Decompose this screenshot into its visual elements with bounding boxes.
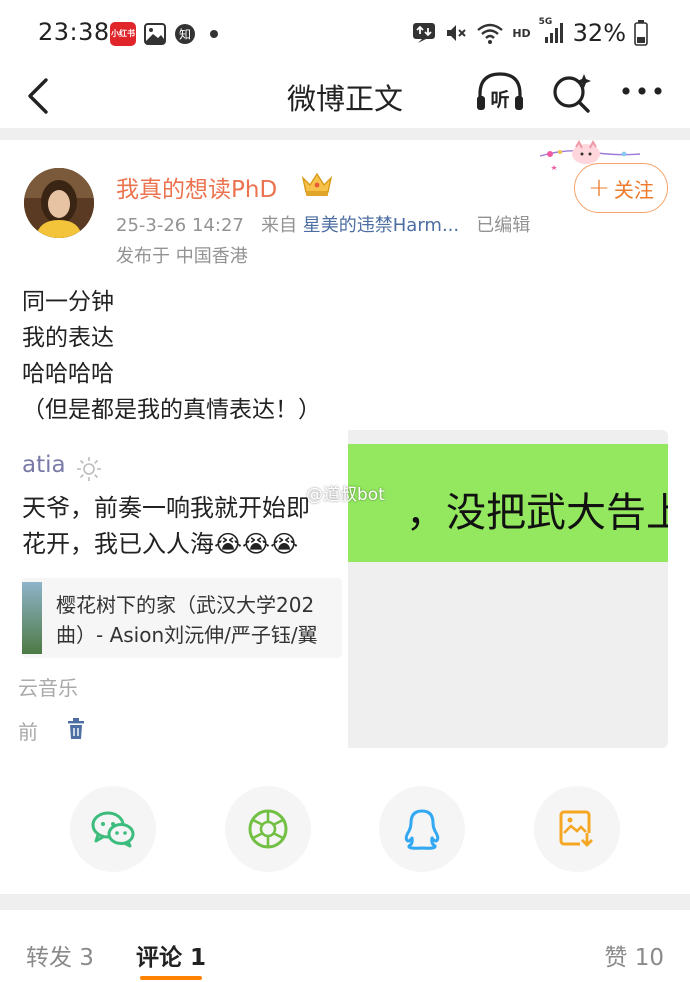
avatar[interactable]: [24, 168, 94, 238]
share-wechat-button[interactable]: [70, 786, 156, 872]
tab-like[interactable]: 赞 10: [604, 938, 664, 972]
mute-icon: [447, 25, 467, 41]
follow-label: 关注: [613, 177, 654, 202]
embedded-music-card: 樱花树下的家（武汉大学202 曲）- Asion刘沅伸/严子钰/翼: [22, 578, 342, 658]
music-thumbnail: [22, 582, 42, 654]
nav-bar: 微博正文 听: [0, 66, 690, 126]
cellular-signal-icon: 5G: [539, 17, 565, 45]
svg-text:知: 知: [179, 28, 191, 42]
edited-label: 已编辑: [476, 215, 531, 236]
embedded-username: atia: [22, 452, 66, 478]
section-divider: [0, 128, 690, 140]
post-meta: 25-3-26 14:27 来自 星美的违禁Harm... 已编辑: [116, 211, 530, 237]
post-location: 发布于 中国香港: [116, 246, 248, 267]
xiaohongshu-notification-icon: 小红书: [110, 22, 136, 46]
embedded-time-label: 前: [18, 720, 38, 744]
share-qq-button[interactable]: [379, 786, 465, 872]
music-card-text: 樱花树下的家（武汉大学202 曲）- Asion刘沅伸/严子钰/翼: [56, 590, 318, 650]
from-label: 来自: [261, 215, 298, 236]
qq-icon: [404, 809, 440, 850]
moments-icon: [248, 809, 288, 849]
svg-text:听: 听: [490, 88, 509, 111]
embedded-comment-text: 天爷，前奏一响我就开始即 花开，我已入人海😭😭😭: [22, 490, 310, 562]
more-notifications-dot: [210, 30, 218, 38]
gallery-notification-icon: [144, 23, 166, 45]
post-text-line: 同一分钟: [22, 289, 114, 315]
save-image-button[interactable]: [534, 786, 620, 872]
embedded-screenshot-right: ，没把武大告上: [348, 430, 668, 748]
post-date: 25-3-26 14:27: [116, 215, 244, 236]
watermark: @道叔bot: [306, 485, 385, 505]
wifi-icon: [477, 23, 504, 44]
status-icons: HD 5G 32%: [412, 17, 648, 48]
zhihu-notification-icon: 知: [175, 24, 195, 44]
highlighted-caption-text: ，没把武大告上: [406, 490, 668, 536]
music-title-line-2: 曲）- Asion刘沅伸/严子钰/翼: [56, 623, 318, 647]
trash-icon: [68, 718, 84, 739]
status-time: 23:38: [38, 18, 110, 46]
battery-icon: [634, 20, 648, 46]
status-bar: 23:38 小红书 知 HD 5G 32%: [0, 0, 690, 66]
vip-crown-icon: [301, 172, 333, 196]
post-text-line: 哈哈哈哈: [22, 361, 114, 387]
sun-icon: [77, 457, 101, 481]
wechat-icon: [91, 811, 135, 848]
tab-repost[interactable]: 转发 3: [26, 938, 94, 972]
follow-button[interactable]: + 关注: [574, 163, 668, 213]
embedded-screenshot-left: atia 天爷，前奏一响我就开始即 花开，我已入人海😭😭😭 樱花树下的家（武汉大…: [18, 430, 348, 748]
embedded-line-1: 天爷，前奏一响我就开始即: [22, 494, 310, 522]
post-body: 同一分钟 我的表达 哈哈哈哈 （但是都是我的真情表达！）: [22, 284, 321, 428]
post-tabs: 转发 3 评论 1 赞 10: [0, 910, 690, 982]
section-divider: [0, 894, 690, 910]
data-transfer-icon: [413, 23, 436, 43]
music-source-label: 云音乐: [18, 676, 78, 700]
hd-label: HD: [512, 26, 531, 40]
search-icon[interactable]: [550, 70, 594, 114]
highlighted-caption: ，没把武大告上: [348, 444, 668, 562]
embedded-line-2: 花开，我已入人海😭😭😭: [22, 530, 299, 558]
more-options-icon[interactable]: [620, 76, 664, 106]
listen-icon[interactable]: 听: [474, 70, 526, 114]
battery-percent: 32%: [572, 19, 626, 47]
tab-comment[interactable]: 评论 1: [136, 938, 206, 972]
post-text-line: （但是都是我的真情表达！）: [22, 397, 321, 423]
share-moments-button[interactable]: [225, 786, 311, 872]
post-image[interactable]: atia 天爷，前奏一响我就开始即 花开，我已入人海😭😭😭 樱花树下的家（武汉大…: [18, 430, 668, 748]
save-image-icon: [559, 810, 594, 847]
plus-icon: +: [588, 173, 610, 203]
user-name[interactable]: 我真的想读PhD: [116, 170, 277, 204]
music-title-line-1: 樱花树下的家（武汉大学202: [56, 593, 315, 617]
active-tab-indicator: [140, 976, 202, 980]
post-text-line: 我的表达: [22, 325, 114, 351]
post-source-link[interactable]: 星美的违禁Harm...: [303, 215, 459, 236]
